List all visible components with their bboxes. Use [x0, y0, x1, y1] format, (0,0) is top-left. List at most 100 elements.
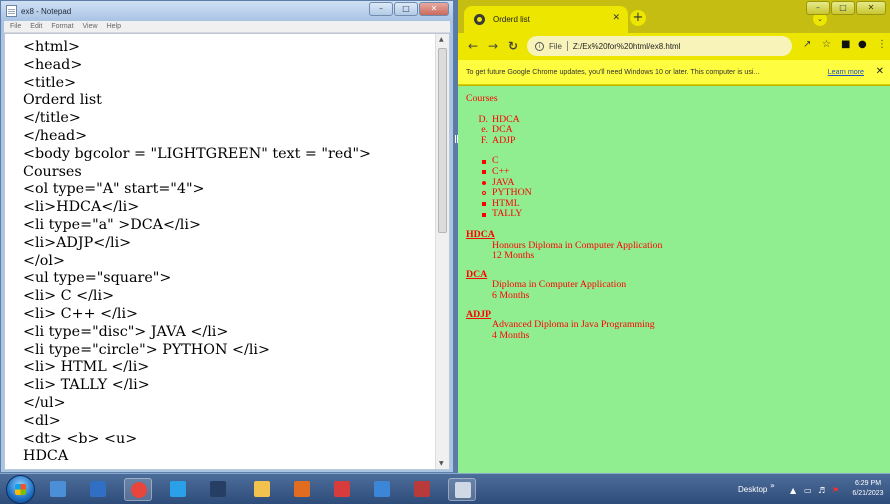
notepad-icon [455, 482, 471, 498]
infobar-close-icon[interactable]: ✕ [876, 66, 884, 77]
menu-view[interactable]: View [83, 23, 98, 30]
code-line: <li type="a" >DCA</li> [23, 216, 201, 233]
taskbar-chrome-button[interactable] [124, 478, 152, 501]
info-icon[interactable]: i [535, 41, 544, 51]
scrollbar-thumb[interactable] [438, 48, 447, 233]
tray-up-arrow-icon[interactable]: ▲ [790, 486, 796, 495]
ordered-list-item: F. ADJP [476, 134, 882, 147]
notepad-app-icon [6, 5, 17, 17]
taskbar-control-panel-button[interactable] [44, 478, 72, 501]
menu-help[interactable]: Help [107, 23, 121, 30]
maximize-icon[interactable]: □ [394, 2, 418, 16]
code-line: <li> C </li> [23, 288, 115, 305]
taskbar-notepad-button[interactable] [448, 478, 476, 501]
definition-description: 4 Months [492, 329, 530, 341]
definition-description: 6 Months [492, 289, 530, 301]
maximize-icon[interactable]: □ [831, 1, 855, 15]
ordered-list-item: e. DCA [476, 125, 882, 136]
photos-icon [374, 481, 390, 497]
square-bullet-icon [482, 212, 486, 217]
chrome-tabbar: Orderd list ✕ + ⌄ – □ ✕ [458, 0, 890, 33]
taskbar-tool-button[interactable] [408, 478, 436, 501]
terminal-icon [210, 481, 226, 497]
start-button[interactable] [6, 475, 35, 504]
taskbar-edge-button[interactable] [164, 478, 192, 501]
profile-icon[interactable]: ● [858, 39, 867, 50]
code-line: <html> [23, 39, 81, 55]
taskbar-terminal-button[interactable] [204, 478, 232, 501]
page-viewport: Courses D. HDCA e. DCA F. ADJP C C++ JAVA PYTHON… [458, 86, 890, 473]
code-line: HDCA [23, 448, 69, 465]
side-panel-icon[interactable]: ■ [841, 39, 850, 50]
definition-list: HDCA Honours Diploma in Computer Applicat… [466, 229, 882, 342]
taskbar-outlook-button[interactable] [84, 478, 112, 501]
clock-date: 6/21/2023 [852, 490, 884, 497]
list-marker: F. [480, 134, 488, 146]
definition-group: DCA Diploma in Computer Application 6 Mont… [466, 269, 882, 302]
edge-icon [170, 481, 186, 497]
code-line: Orderd list [23, 92, 102, 109]
kebab-menu-icon[interactable]: ⋮ [877, 39, 887, 50]
chrome-window: Orderd list ✕ + ⌄ – □ ✕ ← → ↻ i File Z:/… [458, 0, 890, 473]
notepad-title: ex8 - Notepad [21, 6, 72, 16]
address-url: Z:/Ex%20for%20html/ex8.html [572, 41, 681, 51]
learn-more-link[interactable]: Learn more [828, 68, 864, 76]
code-line: <li>HDCA</li> [23, 199, 140, 216]
code-line: <li>ADJP</li> [23, 234, 132, 251]
circle-bullet-icon [482, 191, 486, 196]
taskbar-photos-button[interactable] [368, 478, 396, 501]
explorer-icon [254, 481, 270, 497]
back-arrow-icon[interactable]: ← [468, 39, 478, 53]
control-panel-icon [50, 481, 66, 497]
flag-icon[interactable]: ⚑ [832, 486, 839, 495]
volume-icon[interactable]: ♬ [818, 486, 825, 495]
close-icon[interactable]: ✕ [419, 2, 449, 16]
taskbar-explorer-button[interactable] [248, 478, 276, 501]
notepad-window: ex8 - Notepad – □ ✕ File Edit Format Vie… [0, 0, 454, 473]
address-bar[interactable]: i File Z:/Ex%20for%20html/ex8.html [527, 36, 792, 56]
notepad-text-area[interactable]: <html> <head> <title> Orderd list </title> </… [4, 33, 450, 470]
menu-format[interactable]: Format [51, 23, 73, 30]
notepad-titlebar[interactable]: ex8 - Notepad – □ ✕ [1, 1, 453, 21]
network-icon[interactable]: ▭ [804, 486, 812, 495]
definition-group: ADJP Advanced Diploma in Java Programming… [466, 309, 882, 342]
outlook-icon [90, 481, 106, 497]
scroll-down-icon[interactable]: ▼ [439, 460, 444, 467]
chrome-tab[interactable]: Orderd list ✕ [464, 6, 628, 33]
scroll-up-icon[interactable]: ▲ [439, 36, 444, 43]
code-line: <li> TALLY </li> [23, 377, 150, 394]
disc-bullet-icon [482, 180, 486, 185]
list-item-text: C++ [492, 165, 510, 177]
square-bullet-icon [482, 159, 486, 164]
bookmark-star-icon[interactable]: ☆ [822, 39, 831, 50]
chrome-window-controls: – □ ✕ [806, 1, 886, 15]
code-line: <dt> <b> <u> [23, 430, 138, 447]
code-line: Courses [23, 163, 82, 180]
menu-edit[interactable]: Edit [30, 23, 42, 30]
close-icon[interactable]: ✕ [856, 1, 886, 15]
notepad-menubar: File Edit Format View Help [4, 21, 450, 33]
tray-clock[interactable]: 6:29 PM 6/21/2023 [848, 479, 888, 499]
share-icon[interactable]: ↗ [803, 39, 811, 50]
code-line: <title> [23, 74, 77, 91]
tab-title: Orderd list [493, 15, 530, 24]
reload-icon[interactable]: ↻ [508, 39, 518, 53]
new-tab-icon[interactable]: + [630, 10, 646, 26]
chevron-right-icon[interactable]: » [770, 481, 775, 490]
tool-icon [414, 481, 430, 497]
forward-arrow-icon[interactable]: → [488, 39, 498, 53]
unordered-list-item: C [482, 156, 882, 167]
taskbar-paint-button[interactable] [328, 478, 356, 501]
code-line: <li type="circle"> PYTHON </li> [23, 341, 270, 358]
menu-file[interactable]: File [10, 23, 21, 30]
taskbar: Desktop » ▲ ▭ ♬ ⚑ 6:29 PM 6/21/2023 [0, 473, 890, 504]
minimize-icon[interactable]: – [806, 1, 830, 15]
taskbar-office-button[interactable] [288, 478, 316, 501]
minimize-icon[interactable]: – [369, 2, 393, 16]
desktop-toolbar-label[interactable]: Desktop [738, 485, 767, 494]
notepad-content: <html> <head> <title> Orderd list </title> </… [23, 39, 429, 466]
paint-icon [334, 481, 350, 497]
notepad-vertical-scrollbar[interactable]: ▲ ▼ [435, 34, 449, 469]
chrome-toolbar: ← → ↻ i File Z:/Ex%20for%20html/ex8.html… [458, 33, 890, 60]
tab-close-icon[interactable]: ✕ [612, 13, 620, 23]
